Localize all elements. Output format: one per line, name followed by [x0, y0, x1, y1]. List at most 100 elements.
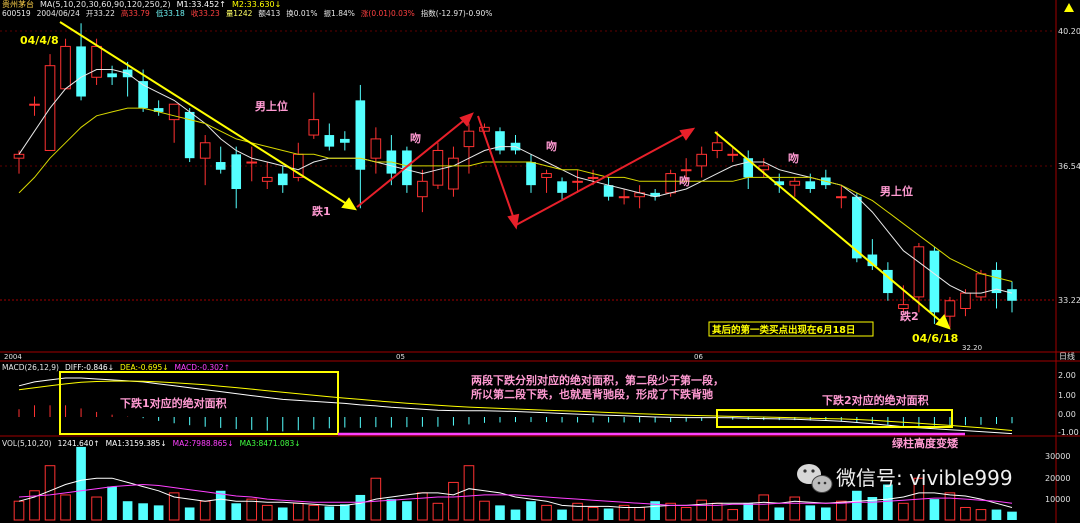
watermark-text: 微信号: vivible999 — [836, 466, 1013, 490]
macd-header-item-2: DEA:-0.695↓ — [120, 363, 169, 372]
header-line2-item-7: 额413 — [258, 8, 280, 18]
header-line2-item-0: 600519 — [2, 9, 31, 18]
price-gridlines — [0, 30, 1056, 167]
macd-axis-label-neg1: -1.00 — [1058, 428, 1079, 437]
candle-body-down — [215, 162, 226, 170]
header-line2-item-9: 振1.84% — [324, 8, 355, 18]
buy-note-text: 其后的第一类买点出现在6月18日 — [712, 324, 855, 336]
candle-body-up — [417, 180, 428, 198]
volume-bar-up — [960, 506, 971, 521]
volume-bar-down — [122, 501, 133, 520]
vol-header-item-2: MA1:3159.385↓ — [106, 439, 167, 448]
volume-bar-up — [463, 465, 475, 521]
volume-bar-up — [634, 506, 645, 521]
nan-shangwei-label-1: 男上位 — [255, 99, 288, 113]
volume-header: VOL(5,10,20) 1241.640↑ MA1:3159.385↓ MA2:79… — [2, 439, 301, 448]
volume-bar-down — [324, 506, 335, 520]
macd-axis-label-0: 0.00 — [1058, 410, 1076, 419]
candle-body-up — [572, 180, 583, 183]
candle-body-down — [277, 173, 288, 186]
candle-body-up — [168, 103, 180, 121]
macd-header-item-1: DIFF:-0.846↓ — [65, 363, 114, 372]
candle-body-up — [261, 176, 273, 182]
header-line2-item-1: 2004/06/24 — [37, 9, 80, 18]
candle-body-down — [107, 73, 117, 78]
macd-header: MACD(26,12,9) DIFF:-0.846↓ DEA:-0.695↓ MACD… — [2, 363, 230, 372]
volume-bar-up — [448, 481, 459, 521]
volume-bar-down — [821, 507, 831, 520]
candle-body-down — [557, 181, 567, 193]
price-axis-label-mid: 36.54 — [1058, 162, 1080, 171]
candlestick-series — [13, 23, 1017, 328]
arrow-up-icon[interactable] — [1064, 3, 1074, 12]
volume-bar-up — [60, 494, 71, 521]
macd-note-line2: 所以第二段下跌，也就是背驰段，形成了下跌背驰 — [471, 387, 713, 401]
volume-bar-up — [432, 502, 444, 521]
candle-body-up — [13, 153, 25, 159]
vol-axis-label-10000: 10000 — [1045, 495, 1070, 504]
drop2-label: 跌2 — [900, 309, 919, 323]
header-line1-item-2: M1:33.452↑ — [177, 0, 226, 9]
candle-body-up — [199, 142, 211, 159]
header-line2-item-6: 量1242 — [226, 9, 253, 18]
candle-body-up — [29, 103, 40, 106]
header-line2-item-8: 换0.01% — [286, 8, 317, 18]
volume-bar-up — [680, 506, 692, 521]
volume-bar-up — [836, 500, 847, 521]
volume-bar-up — [91, 496, 102, 521]
price-header-line2: 600519 2004/06/24 开33.22 高33.79 低33.18 收33.23… — [2, 8, 492, 18]
wen-label-3: 吻 — [679, 174, 690, 188]
volume-bar-up — [13, 500, 25, 521]
volume-bar-up — [944, 492, 956, 521]
candle-body-up — [789, 180, 801, 186]
candle-body-up — [665, 173, 676, 194]
candle-body-down — [231, 154, 242, 190]
volume-bar-down — [76, 446, 86, 520]
volume-bar-down — [386, 499, 397, 520]
vol-axis-label-30000: 30000 — [1045, 452, 1070, 461]
volume-bar-down — [774, 507, 785, 520]
volume-bar-down — [277, 507, 288, 520]
candle-body-up — [727, 153, 739, 156]
candle-body-up — [587, 176, 599, 179]
candle-body-up — [246, 161, 258, 164]
wen-label-1: 吻 — [410, 131, 421, 145]
candle-body-up — [913, 246, 925, 298]
volume-bar-up — [261, 504, 273, 521]
volume-bar-up — [417, 492, 428, 521]
volume-bar-down — [743, 503, 754, 520]
date-label-05: 05 — [396, 353, 405, 361]
volume-bar-down — [215, 490, 226, 520]
drop1-arrow — [59, 21, 357, 211]
candle-body-down — [929, 250, 940, 313]
candle-body-up — [960, 292, 971, 309]
macd-axis-label-1: 1.00 — [1058, 391, 1076, 400]
price-axis-label-top: 40.20 — [1058, 27, 1080, 36]
candle-body-up — [898, 304, 909, 309]
candle-body-up — [944, 300, 956, 317]
header-line2-item-11: 指数(-12.97)-0.90% — [421, 8, 493, 18]
candle-body-up — [308, 119, 320, 136]
volume-bar-down — [231, 503, 242, 520]
header-line1-item-1: MA(5,10,20,30,60,90,120,250,2) — [40, 0, 171, 9]
volume-bar-up — [246, 498, 258, 521]
candle-body-up — [696, 153, 707, 167]
macd-header-item-3: MACD:-0.302↑ — [175, 363, 230, 372]
candle-body-up — [60, 45, 71, 90]
wen-label-2: 吻 — [546, 139, 557, 153]
candle-body-down — [340, 138, 350, 143]
volume-bar-up — [587, 506, 599, 521]
date-label-06: 06 — [694, 353, 703, 361]
green-bar-note: 绿柱高度变矮 — [892, 436, 959, 450]
volume-bar-down — [340, 504, 350, 520]
vol-axis-label-20000: 20000 — [1045, 474, 1070, 483]
volume-bar-up — [44, 465, 56, 521]
header-line1-item-3: M2:33.630↓ — [232, 0, 281, 9]
header-line2-item-4: 低33.18 — [156, 8, 185, 18]
moving-average-lines — [18, 69, 1013, 294]
volume-bar-down — [495, 505, 505, 520]
candle-body-down — [805, 181, 816, 190]
candle-body-up — [618, 196, 630, 199]
volume-bar-down — [1007, 511, 1017, 520]
header-line2-item-5: 收33.23 — [191, 8, 220, 18]
